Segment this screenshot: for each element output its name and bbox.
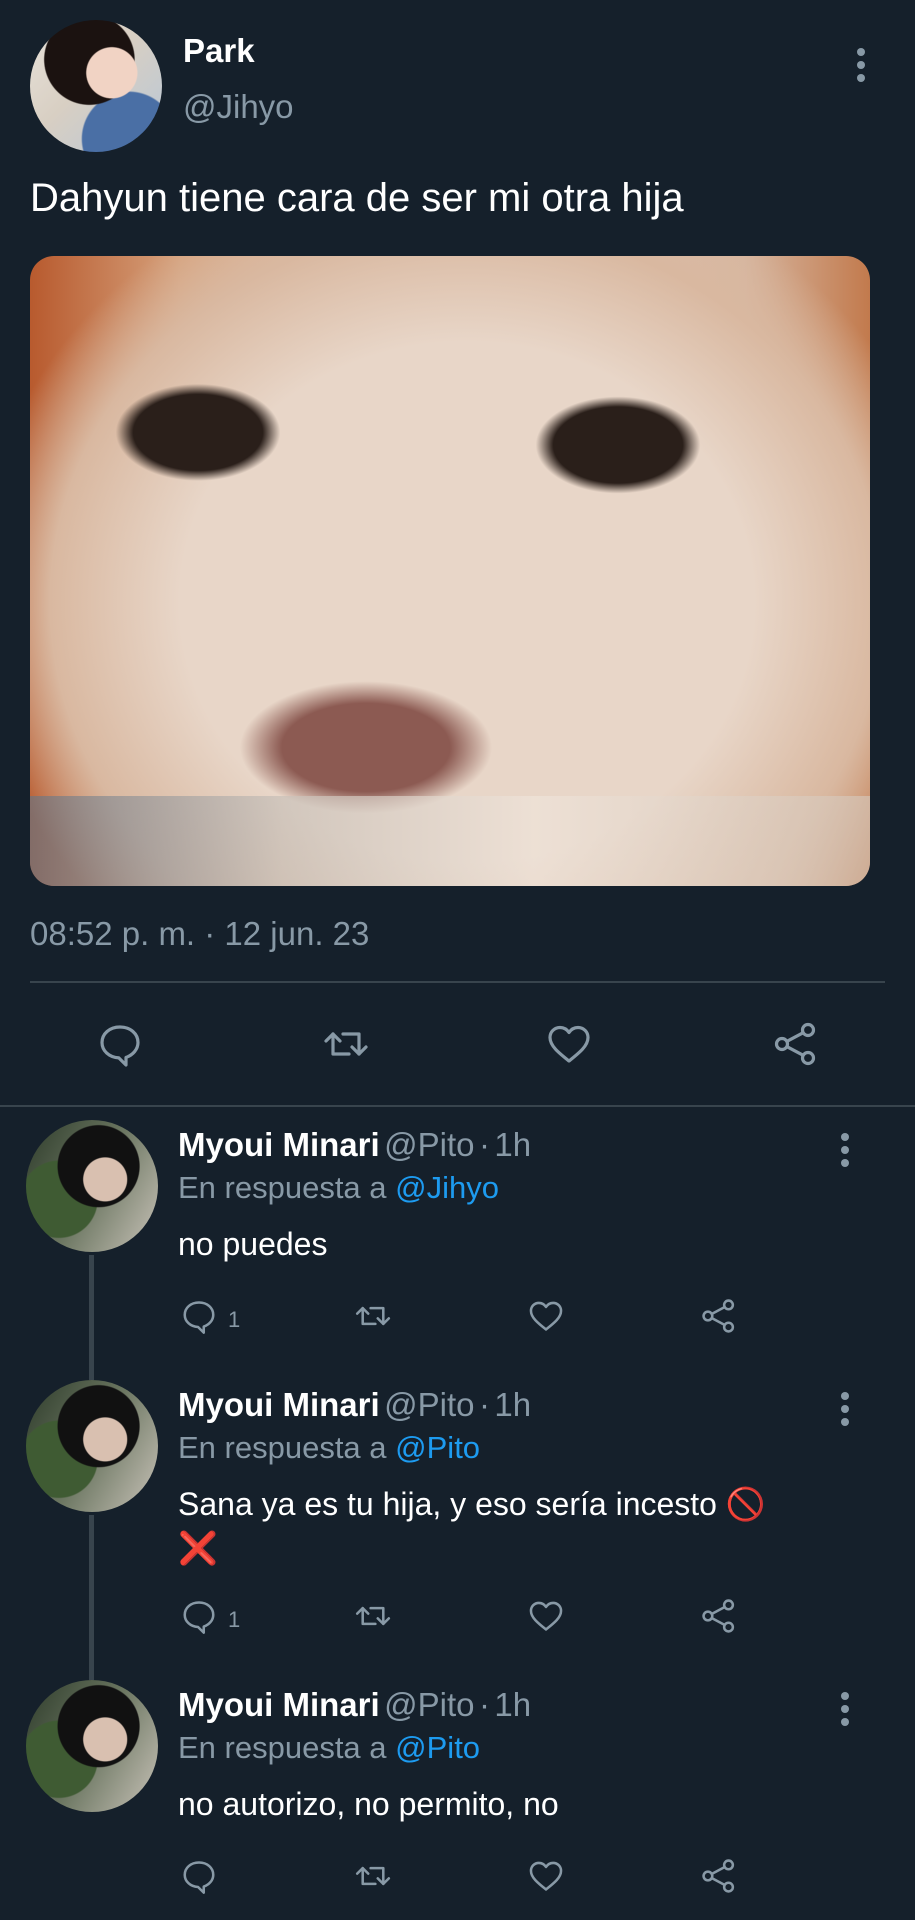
more-options-icon[interactable] [841,1692,851,1731]
share-icon[interactable] [700,1597,738,1635]
author-avatar[interactable] [30,20,162,152]
reply-prefix: En respuesta a [178,1170,387,1205]
reply-header: Myoui Minari @Pito · 1h [178,1686,531,1724]
reply-author-handle[interactable]: @Pito [384,1686,474,1723]
divider [0,1105,915,1107]
author-name[interactable]: Park [183,32,255,70]
reply-count: 1 [228,1607,241,1632]
more-options-icon[interactable] [841,1392,851,1431]
share-icon[interactable] [700,1857,738,1895]
reply-author-handle[interactable]: @Pito [384,1126,474,1163]
separator: · [478,1126,490,1163]
separator: · [478,1686,490,1723]
mention-link[interactable]: @Pito [395,1730,480,1765]
reply-icon[interactable] [180,1597,218,1635]
reply-avatar[interactable] [26,1680,158,1812]
share-icon[interactable] [772,1020,820,1068]
reply-header: Myoui Minari @Pito · 1h [178,1386,531,1424]
retweet-icon[interactable] [352,1597,394,1635]
in-reply-to: En respuesta a @Pito [178,1430,480,1466]
tweet-timestamp[interactable]: 08:52 p. m. · 12 jun. 23 [30,915,369,953]
retweet-icon[interactable] [352,1297,394,1335]
like-icon[interactable] [527,1297,565,1335]
reply-author-name[interactable]: Myoui Minari [178,1126,380,1163]
reply-icon[interactable] [180,1857,218,1895]
mention-link[interactable]: @Pito [395,1430,480,1465]
reply-author-name[interactable]: Myoui Minari [178,1386,380,1423]
reply-author-name[interactable]: Myoui Minari [178,1686,380,1723]
reply-text-emoji: ❌ [178,1530,218,1566]
tweet-text: Dahyun tiene cara de ser mi otra hija [30,176,684,220]
retweet-icon[interactable] [320,1020,372,1068]
thread-line [89,1255,94,1380]
like-icon[interactable] [527,1597,565,1635]
reply-time: 1h [494,1386,532,1423]
thread-line [89,1515,94,1680]
reply-text-line: Sana ya es tu hija, y eso sería incesto … [178,1486,766,1522]
in-reply-to: En respuesta a @Jihyo [178,1170,499,1206]
reply-avatar[interactable] [26,1120,158,1252]
in-reply-to: En respuesta a @Pito [178,1730,480,1766]
like-icon[interactable] [545,1020,593,1068]
reply-icon[interactable] [180,1297,218,1335]
reply-prefix: En respuesta a [178,1730,387,1765]
tweet-media-image[interactable] [30,256,870,886]
share-icon[interactable] [700,1297,738,1335]
divider [30,981,885,983]
reply-author-handle[interactable]: @Pito [384,1386,474,1423]
reply-count: 1 [228,1307,241,1332]
like-icon[interactable] [527,1857,565,1895]
mention-link[interactable]: @Jihyo [395,1170,499,1205]
more-options-icon[interactable] [857,48,867,87]
reply-prefix: En respuesta a [178,1430,387,1465]
reply-header: Myoui Minari @Pito · 1h [178,1126,531,1164]
reply-text: Sana ya es tu hija, y eso sería incesto … [178,1482,868,1570]
reply-text: no autorizo, no permito, no [178,1786,559,1822]
retweet-icon[interactable] [352,1857,394,1895]
reply-time: 1h [494,1126,532,1163]
reply-text: no puedes [178,1226,328,1262]
reply-time: 1h [494,1686,532,1723]
author-handle[interactable]: @Jihyo [183,88,294,126]
reply-avatar[interactable] [26,1380,158,1512]
reply-icon[interactable] [96,1020,144,1068]
separator: · [478,1386,490,1423]
more-options-icon[interactable] [841,1133,851,1172]
